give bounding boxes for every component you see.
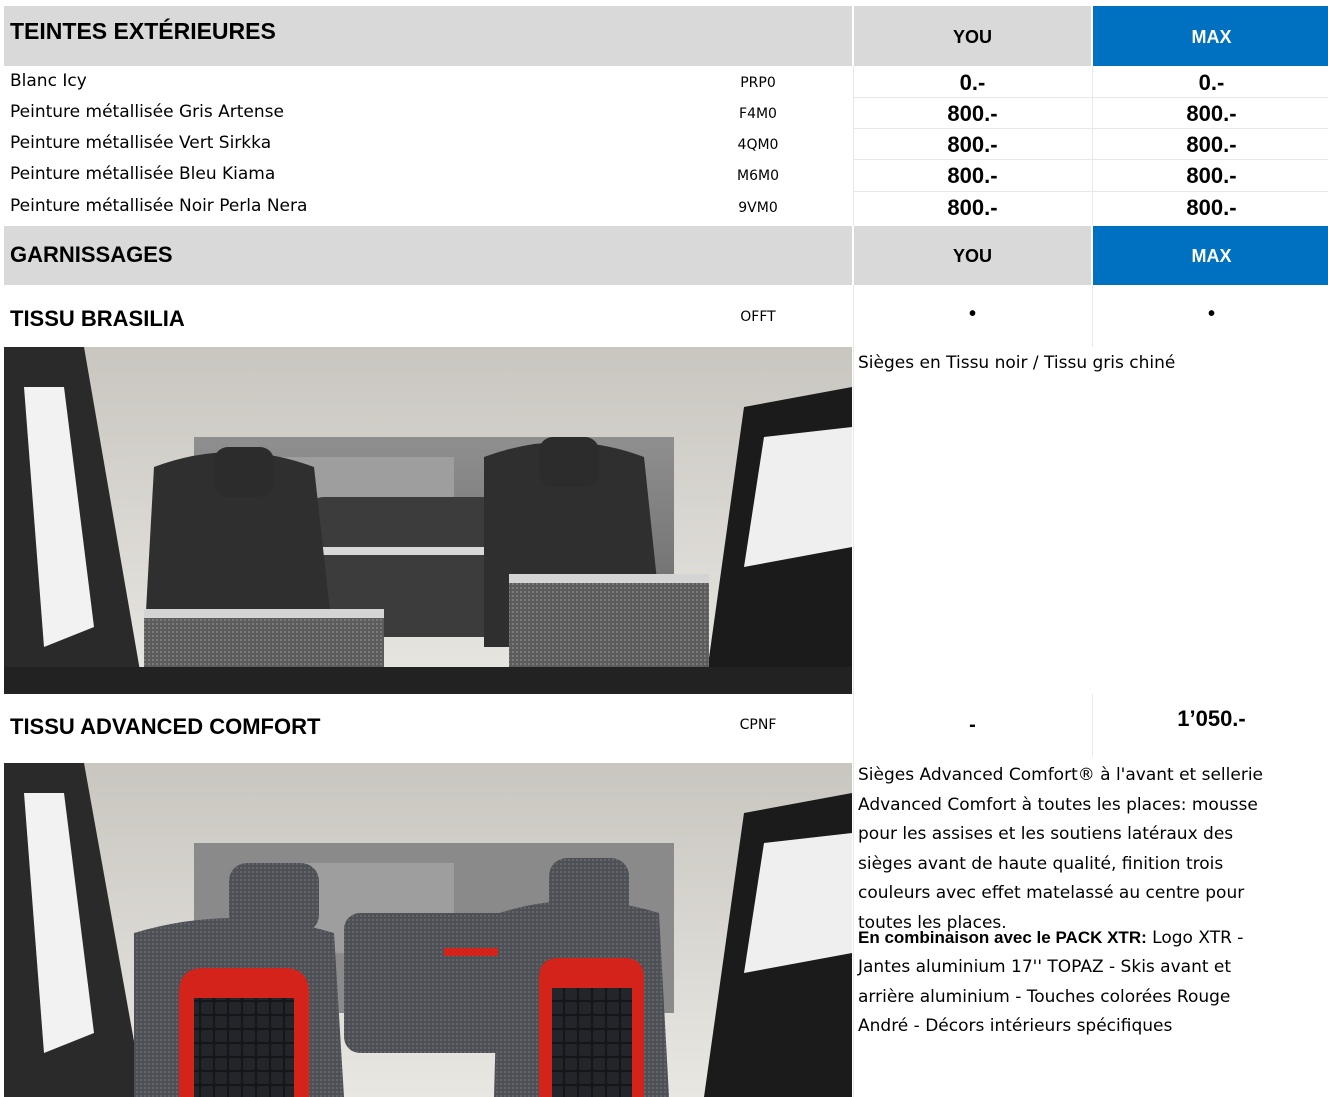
availability-max: 1’050.- (1177, 706, 1246, 731)
trim-description: Sièges en Tissu noir / Tissu gris chiné (858, 353, 1176, 373)
description-line: Jantes aluminium 17'' TOPAZ - Skis avant… (858, 957, 1232, 977)
grid-line (853, 756, 854, 1097)
description-line: pour les assises et les soutiens latérau… (858, 824, 1234, 844)
color-label: Peinture métallisée Gris Artense (10, 102, 284, 122)
col-head-you: YOU (854, 226, 1091, 285)
grid-line (1092, 66, 1093, 226)
price-you: 800.- (947, 195, 998, 220)
grid-line (853, 694, 854, 756)
color-code: F4M0 (739, 106, 777, 122)
grid-line (853, 285, 854, 347)
color-label: Blanc Icy (10, 71, 87, 91)
grid-line (854, 159, 1328, 160)
grid-line (1092, 694, 1093, 756)
trim-code: OFFT (740, 309, 776, 325)
grid-line (1092, 285, 1093, 347)
description-line: Sièges Advanced Comfort® à l'avant et se… (858, 765, 1264, 785)
color-code: PRP0 (740, 75, 776, 91)
price-you: 800.- (947, 101, 998, 126)
price-max: 800.- (1186, 132, 1237, 157)
description-line: arrière aluminium - Touches colorées Rou… (858, 986, 1231, 1007)
price-max: 0.- (1198, 70, 1225, 95)
exterior-title: TEINTES EXTÉRIEURES (10, 18, 276, 44)
description-line: couleurs avec effet matelassé au centre … (858, 883, 1245, 903)
pack-xtr-line: En combinaison avec le PACK XTR: Logo XT… (858, 923, 1328, 954)
price-max: 800.- (1186, 195, 1237, 220)
trim-name: TISSU BRASILIA (10, 306, 185, 331)
col-head-you: YOU (854, 6, 1091, 66)
price-you: 0.- (959, 70, 986, 95)
grid-line (854, 191, 1328, 192)
grid-line (854, 97, 1328, 98)
interior-photo-brasilia (4, 347, 852, 694)
color-code: M6M0 (737, 168, 779, 184)
trim-description: Sièges Advanced Comfort® à l'avant et se… (858, 761, 1328, 1042)
col-head-max: MAX (1093, 6, 1328, 66)
upholstery-title: GARNISSAGES (10, 242, 173, 267)
grid-line (853, 66, 854, 226)
description-line: sièges avant de haute qualité, finition … (858, 853, 1224, 874)
color-label: Peinture métallisée Vert Sirkka (10, 133, 272, 153)
color-label: Peinture métallisée Bleu Kiama (10, 164, 276, 184)
trim-name: TISSU ADVANCED COMFORT (10, 714, 321, 739)
price-max: 800.- (1186, 163, 1237, 188)
grid-line (854, 128, 1328, 129)
availability-you: • (968, 303, 976, 325)
price-max: 800.- (1186, 101, 1237, 126)
price-you: 800.- (947, 163, 998, 188)
col-head-max: MAX (1093, 226, 1328, 285)
color-code: 9VM0 (738, 200, 778, 216)
description-line: toutes les places. (858, 912, 1007, 933)
availability-max: • (1207, 303, 1215, 325)
interior-photo-advanced-comfort (4, 763, 852, 1097)
color-code: 4QM0 (737, 137, 779, 153)
grid-line (853, 347, 854, 694)
pack-xtr-label: En combinaison avec le PACK XTR: (858, 927, 1147, 947)
pack-xtr-text: Logo XTR - (1152, 927, 1244, 948)
price-you: 800.- (947, 132, 998, 157)
description-line: André - Décors intérieurs spécifiques (858, 1016, 1173, 1036)
availability-you: - (969, 714, 976, 736)
color-label: Peinture métallisée Noir Perla Nera (10, 196, 308, 216)
description-line: Advanced Comfort à toutes les places: mo… (858, 794, 1258, 815)
trim-code: CPNF (739, 717, 777, 733)
